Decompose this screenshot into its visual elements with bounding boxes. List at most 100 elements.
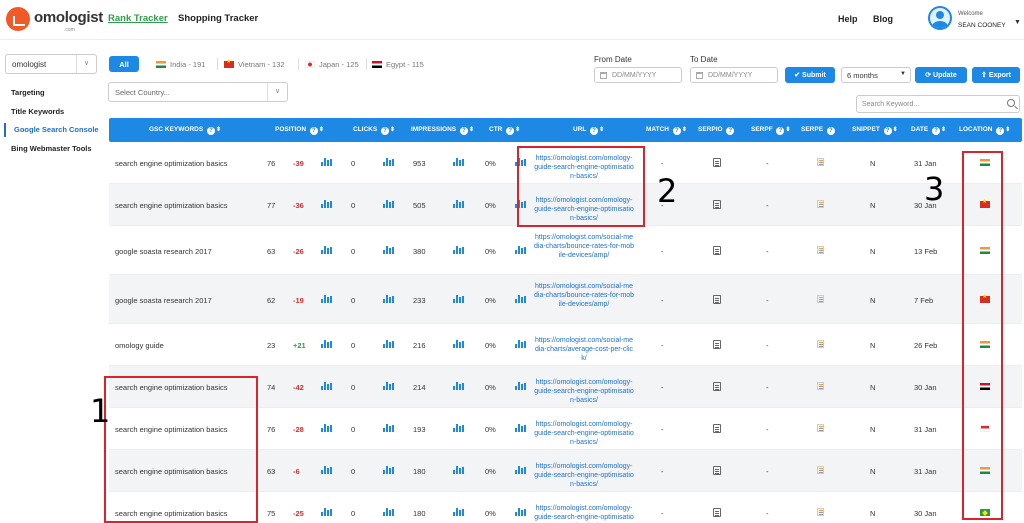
clicks-chart-icon[interactable] <box>383 340 394 348</box>
position-chart-icon[interactable] <box>321 200 332 208</box>
position-chart-icon[interactable] <box>321 158 332 166</box>
update-button[interactable]: ⟳ Update <box>915 67 967 83</box>
position-chart-icon[interactable] <box>321 340 332 348</box>
impressions-chart-icon[interactable] <box>453 508 464 516</box>
ctr-chart-icon[interactable] <box>515 424 526 432</box>
serpio-document-icon[interactable] <box>713 158 721 167</box>
url-link[interactable]: https://omologist.com/social-media-chart… <box>534 282 634 309</box>
col-match[interactable]: MATCH ? ⬍ <box>646 126 687 135</box>
serpe-icon[interactable] <box>817 246 824 254</box>
position-chart-icon[interactable] <box>321 382 332 390</box>
site-select[interactable]: omologist ∨ <box>5 54 97 74</box>
table-row[interactable]: google soasta research 2017 62 -19 0 233 0% ht… <box>109 275 1022 324</box>
serpe-icon[interactable] <box>817 466 824 474</box>
sort-icon[interactable]: ⬍ <box>682 127 687 133</box>
help-icon[interactable]: ? <box>826 127 835 135</box>
ctr-chart-icon[interactable] <box>515 246 526 254</box>
serpio-document-icon[interactable] <box>713 200 721 209</box>
help-icon[interactable]: ? <box>459 127 468 135</box>
col-impressions[interactable]: IMPRESSIONS ? ⬍ <box>411 126 474 135</box>
export-button[interactable]: ⇪ Export <box>972 67 1020 83</box>
impressions-chart-icon[interactable] <box>453 466 464 474</box>
clicks-chart-icon[interactable] <box>383 200 394 208</box>
serpe-icon[interactable] <box>817 158 824 166</box>
url-link[interactable]: https://omologist.com/social-media-chart… <box>534 233 634 260</box>
url-link[interactable]: https://omologist.com/omology-guide-sear… <box>534 420 634 447</box>
position-chart-icon[interactable] <box>321 424 332 432</box>
sort-icon[interactable]: ⬍ <box>941 127 946 133</box>
serpio-document-icon[interactable] <box>713 382 721 391</box>
clicks-chart-icon[interactable] <box>383 295 394 303</box>
clicks-chart-icon[interactable] <box>383 382 394 390</box>
sort-icon[interactable]: ⬍ <box>893 127 898 133</box>
sidebar-item-title-keywords[interactable]: Title Keywords <box>4 105 100 119</box>
select-country-dropdown[interactable]: Select Country... ∨ <box>108 82 288 102</box>
country-filter-vietnam[interactable]: Vietnam - 132 <box>224 58 285 69</box>
country-filter-japan[interactable]: Japan - 125 <box>305 60 359 69</box>
serpio-document-icon[interactable] <box>713 466 721 475</box>
table-row[interactable]: google soasta research 2017 63 -26 0 380 0% ht… <box>109 226 1022 275</box>
url-link[interactable]: https://omologist.com/omology-guide-sear… <box>534 504 634 523</box>
serpio-document-icon[interactable] <box>713 295 721 304</box>
position-chart-icon[interactable] <box>321 508 332 516</box>
omologist-logo[interactable]: omologist .com <box>6 5 106 35</box>
sort-icon[interactable]: ⬍ <box>599 127 604 133</box>
ctr-chart-icon[interactable] <box>515 340 526 348</box>
serpe-icon[interactable] <box>817 508 824 516</box>
position-chart-icon[interactable] <box>321 295 332 303</box>
tab-rank-tracker[interactable]: Rank Tracker <box>108 13 168 24</box>
clicks-chart-icon[interactable] <box>383 158 394 166</box>
sort-icon[interactable]: ⬍ <box>785 127 790 133</box>
url-link[interactable]: https://omologist.com/social-media-chart… <box>534 336 634 363</box>
blog-link[interactable]: Blog <box>873 14 893 24</box>
search-keyword-input[interactable]: Search Keyword... <box>856 95 1020 113</box>
impressions-chart-icon[interactable] <box>453 295 464 303</box>
help-link[interactable]: Help <box>838 14 858 24</box>
col-gsc-keywords[interactable]: GSC KEYWORDS ? ⬍ <box>149 126 221 135</box>
col-snippet[interactable]: SNIPPET ? ⬍ <box>852 126 898 135</box>
col-position[interactable]: POSITION ? ⬍ <box>275 126 324 135</box>
impressions-chart-icon[interactable] <box>453 340 464 348</box>
col-location[interactable]: LOCATION ? ⬍ <box>959 126 1010 135</box>
serpe-icon[interactable] <box>817 295 824 303</box>
col-ctr[interactable]: CTR ? ⬍ <box>489 126 520 135</box>
ctr-chart-icon[interactable] <box>515 508 526 516</box>
from-date-input[interactable]: DD/MM/YYYY <box>594 67 682 83</box>
help-icon[interactable]: ? <box>726 127 735 135</box>
impressions-chart-icon[interactable] <box>453 246 464 254</box>
to-date-input[interactable]: DD/MM/YYYY <box>690 67 778 83</box>
col-serpio[interactable]: SERPIO ? <box>698 126 735 135</box>
clicks-chart-icon[interactable] <box>383 466 394 474</box>
position-chart-icon[interactable] <box>321 466 332 474</box>
search-icon[interactable] <box>1007 99 1015 107</box>
col-date[interactable]: DATE ? ⬍ <box>911 126 946 135</box>
clicks-chart-icon[interactable] <box>383 508 394 516</box>
help-icon[interactable]: ? <box>776 127 785 135</box>
impressions-chart-icon[interactable] <box>453 158 464 166</box>
help-icon[interactable]: ? <box>996 127 1005 135</box>
help-icon[interactable]: ? <box>883 127 892 135</box>
serpe-icon[interactable] <box>817 382 824 390</box>
url-link[interactable]: https://omologist.com/omology-guide-sear… <box>534 378 634 405</box>
country-filter-india[interactable]: India - 191 <box>156 60 205 69</box>
impressions-chart-icon[interactable] <box>453 382 464 390</box>
sidebar-item-targeting[interactable]: Targeting <box>4 86 100 100</box>
help-icon[interactable]: ? <box>932 127 941 135</box>
help-icon[interactable]: ? <box>206 127 215 135</box>
col-serpf[interactable]: SERPF ? ⬍ <box>751 126 791 135</box>
ctr-chart-icon[interactable] <box>515 466 526 474</box>
period-select[interactable]: 6 months ▼ <box>841 67 911 83</box>
submit-button[interactable]: ✔ Submit <box>785 67 835 83</box>
sort-icon[interactable]: ⬍ <box>515 127 520 133</box>
sort-icon[interactable]: ⬍ <box>1005 127 1010 133</box>
all-countries-button[interactable]: All <box>109 56 139 72</box>
sort-icon[interactable]: ⬍ <box>390 127 395 133</box>
impressions-chart-icon[interactable] <box>453 200 464 208</box>
tab-shopping-tracker[interactable]: Shopping Tracker <box>178 13 258 24</box>
sort-icon[interactable]: ⬍ <box>469 127 474 133</box>
table-row[interactable]: omology guide 23 +21 0 216 0% https://omologis… <box>109 324 1022 366</box>
user-avatar-icon[interactable] <box>928 6 952 30</box>
sidebar-item-bing-webmaster-tools[interactable]: Bing Webmaster Tools <box>4 142 100 156</box>
serpe-icon[interactable] <box>817 340 824 348</box>
serpe-icon[interactable] <box>817 424 824 432</box>
